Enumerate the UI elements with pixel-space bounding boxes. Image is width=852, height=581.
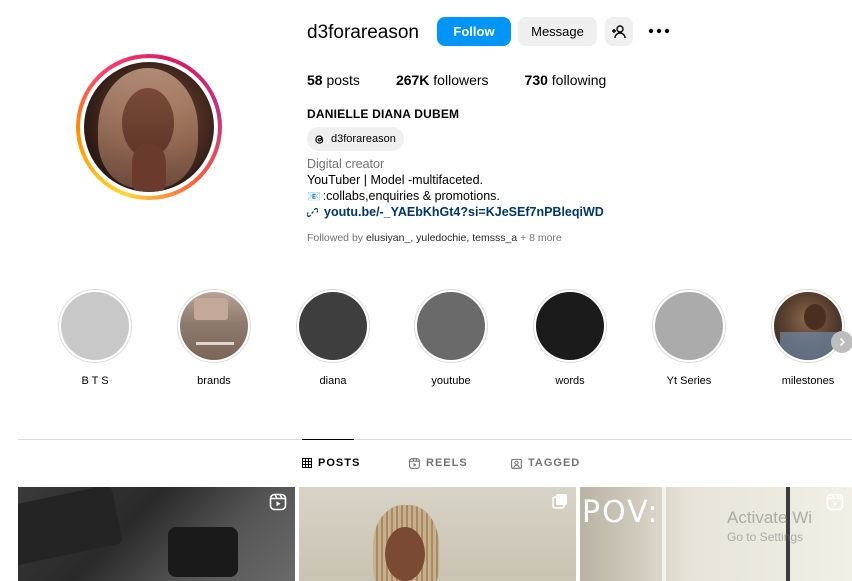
tagged-icon <box>511 458 522 469</box>
highlight-label: Yt Series <box>666 375 712 387</box>
highlight-cover <box>655 292 723 360</box>
highlight-item[interactable]: Yt Series <box>639 289 739 387</box>
post-thumbnail[interactable] <box>18 487 295 581</box>
tab-posts[interactable]: POSTS <box>302 457 360 469</box>
reel-badge-icon <box>269 493 287 516</box>
bio-line-1: YouTuber | Model -multifaceted. <box>307 173 484 187</box>
post-thumbnail[interactable]: POV: Activate Wi Go to Settings <box>580 487 852 581</box>
bio-external-link[interactable]: youtu.be/-_YAEbKhGt4?si=KJeSEf7nPBleqiWD <box>307 205 604 219</box>
highlight-cover <box>299 292 367 360</box>
highlight-cover <box>180 292 248 360</box>
tabs-divider <box>18 439 852 440</box>
active-tab-indicator <box>302 439 354 440</box>
highlight-label: diana <box>319 375 347 387</box>
activation-watermark-subtitle: Go to Settings <box>727 530 804 544</box>
bio-line-2: 📧 :collabs,enquiries & promotions. <box>307 189 500 203</box>
highlight-cover <box>774 292 842 360</box>
threads-icon <box>315 135 324 144</box>
more-options-icon[interactable] <box>648 21 672 41</box>
highlight-label: youtube <box>431 375 471 387</box>
followed-by-text[interactable]: Followed by elusiyan_, yuledochie, temss… <box>307 232 562 244</box>
highlight-label: milestones <box>781 375 835 387</box>
tab-tagged[interactable]: TAGGED <box>511 457 580 469</box>
carousel-icon <box>552 493 568 514</box>
highlight-item[interactable]: words <box>520 289 620 387</box>
highlights-next-button[interactable] <box>831 331 852 353</box>
profile-category: Digital creator <box>307 157 385 171</box>
envelope-icon: 📧 <box>307 190 321 203</box>
highlight-item[interactable]: B T S <box>45 289 145 387</box>
followers-link[interactable]: 267K followers <box>396 72 489 88</box>
reels-icon <box>409 457 420 469</box>
highlight-item[interactable]: diana <box>283 289 383 387</box>
threads-badge[interactable]: d3forareason <box>307 127 404 151</box>
profile-stats: 58 posts 267K followers 730 following <box>307 72 606 88</box>
profile-avatar[interactable] <box>76 54 222 200</box>
highlight-cover <box>536 292 604 360</box>
post-overlay-text: POV: <box>582 495 660 530</box>
link-icon <box>307 207 318 217</box>
profile-username: d3forareason <box>307 22 419 43</box>
message-button[interactable]: Message <box>518 17 597 46</box>
highlight-label: B T S <box>81 375 109 387</box>
highlight-item[interactable]: brands <box>164 289 264 387</box>
add-person-icon <box>612 24 626 38</box>
reel-badge-icon <box>826 493 844 516</box>
tab-reels[interactable]: REELS <box>409 457 468 469</box>
threads-handle: d3forareason <box>331 133 396 145</box>
avatar-photo <box>84 62 214 192</box>
highlight-item[interactable]: youtube <box>401 289 501 387</box>
following-link[interactable]: 730 following <box>525 72 607 88</box>
highlight-cover <box>417 292 485 360</box>
profile-full-name: DANIELLE DIANA DUBEM <box>307 107 460 121</box>
follow-button[interactable]: Follow <box>437 17 511 46</box>
activation-watermark-title: Activate Wi <box>727 508 813 527</box>
highlight-cover <box>61 292 129 360</box>
chevron-right-icon <box>839 337 846 347</box>
highlight-label: brands <box>197 375 231 387</box>
suggest-users-button[interactable] <box>605 17 633 46</box>
highlight-label: words <box>555 375 585 387</box>
post-thumbnail[interactable] <box>299 487 576 581</box>
posts-count: 58 posts <box>307 72 360 88</box>
grid-icon <box>302 458 312 468</box>
